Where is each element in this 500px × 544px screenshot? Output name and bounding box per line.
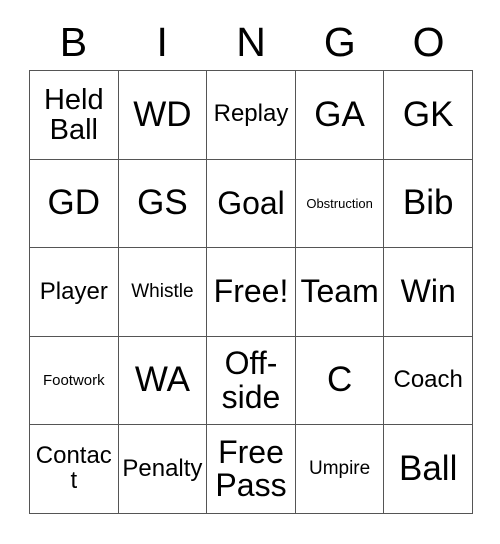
bingo-cell-label: Umpire [308, 458, 371, 480]
bingo-cell[interactable]: C [295, 336, 385, 426]
bingo-cell-label: C [326, 360, 353, 400]
bingo-cell-label: Ball [399, 448, 458, 488]
bingo-cell-label: Win [400, 273, 456, 310]
bingo-cell-label: WA [134, 360, 190, 400]
bingo-cell-label: Player [39, 277, 108, 305]
bingo-header-letter-n: N [236, 18, 266, 65]
bingo-cell-label: GS [137, 183, 188, 223]
bingo-cell-label: Obstruction [306, 195, 373, 211]
bingo-grid: Held Ball WD Replay GA GK GD GS Goal Obstruction… [29, 70, 473, 514]
bingo-cell-label: GK [402, 94, 454, 134]
bingo-cell[interactable]: Contact [30, 425, 119, 514]
bingo-cell-label: Free Pass [215, 433, 287, 504]
bingo-cell-label: Free! [213, 273, 289, 310]
bingo-header: B I N G O [29, 18, 473, 66]
bingo-cell[interactable]: Replay [207, 71, 296, 160]
bingo-cell-label: Held Ball [43, 83, 104, 146]
bingo-cell[interactable]: Umpire [295, 425, 385, 514]
bingo-cell[interactable]: WD [118, 71, 208, 160]
bingo-cell[interactable]: GK [384, 71, 473, 160]
bingo-cell-label: Team [300, 273, 379, 310]
bingo-cell[interactable]: Free Pass [207, 425, 296, 514]
bingo-header-letter-i: I [156, 18, 168, 65]
bingo-cell-label: Penalty [122, 454, 203, 482]
bingo-cell-label: Off-side [221, 345, 281, 415]
bingo-cell[interactable]: Penalty [118, 425, 208, 514]
bingo-card: B I N G O Held Ball WD Replay GA GK GD GS Goal O… [0, 0, 500, 544]
bingo-cell[interactable]: GD [30, 159, 119, 249]
bingo-cell-label: Replay [213, 100, 289, 128]
bingo-cell[interactable]: Footwork [30, 336, 119, 426]
bingo-cell[interactable]: Obstruction [295, 159, 385, 249]
bingo-cell-label: Footwork [42, 371, 105, 389]
bingo-cell[interactable]: Ball [384, 425, 473, 514]
bingo-cell[interactable]: Win [384, 248, 473, 337]
bingo-cell[interactable]: WA [118, 336, 208, 426]
bingo-cell[interactable]: Bib [384, 159, 473, 249]
bingo-cell[interactable]: Free! [207, 248, 296, 337]
bingo-cell-label: Contact [35, 442, 112, 495]
bingo-cell[interactable]: Off-side [207, 336, 296, 426]
bingo-cell-label: GD [47, 183, 101, 223]
bingo-cell[interactable]: Goal [207, 159, 296, 249]
bingo-cell-label: Whistle [131, 281, 194, 303]
bingo-header-letter-o: O [412, 18, 445, 65]
bingo-cell-label: WD [133, 94, 192, 134]
bingo-header-letter-b: B [59, 18, 88, 65]
bingo-cell[interactable]: Whistle [118, 248, 208, 337]
bingo-cell[interactable]: Held Ball [30, 71, 119, 160]
bingo-cell[interactable]: GA [295, 71, 385, 160]
bingo-header-letter-g: G [323, 18, 356, 65]
bingo-cell-label: GA [314, 94, 365, 134]
bingo-cell[interactable]: Player [30, 248, 119, 337]
bingo-cell-label: Bib [402, 183, 454, 223]
bingo-cell[interactable]: Coach [384, 336, 473, 426]
bingo-cell-label: Goal [217, 184, 285, 221]
bingo-cell-label: Coach [393, 366, 463, 394]
bingo-cell[interactable]: GS [118, 159, 208, 249]
bingo-cell[interactable]: Team [295, 248, 385, 337]
